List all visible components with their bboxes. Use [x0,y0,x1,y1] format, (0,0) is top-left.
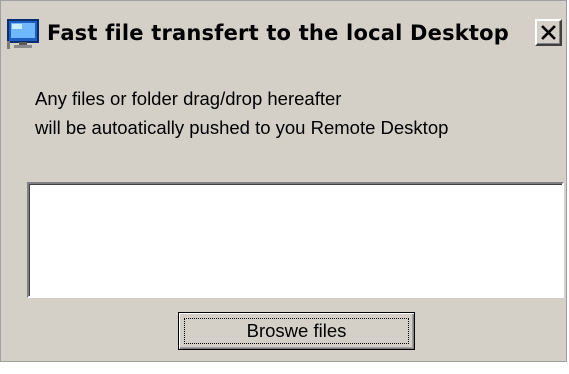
instructions-line-1: Any files or folder drag/drop hereafter [35,88,342,109]
browse-files-label: Broswe files [246,320,347,341]
file-transfer-dialog: Fast file transfert to the local Desktop… [0,0,567,362]
instructions-line-2: will be autoatically pushed to you Remot… [35,117,449,138]
drop-zone[interactable] [27,182,564,298]
instructions-text: Any files or folder drag/drop hereafter … [35,84,448,142]
browse-files-button[interactable]: Broswe files [178,312,415,350]
monitor-icon [7,19,39,49]
window-title: Fast file transfert to the local Desktop [47,21,510,45]
close-button[interactable] [535,19,562,46]
title-bar[interactable]: Fast file transfert to the local Desktop [7,15,562,51]
close-icon [541,25,556,40]
